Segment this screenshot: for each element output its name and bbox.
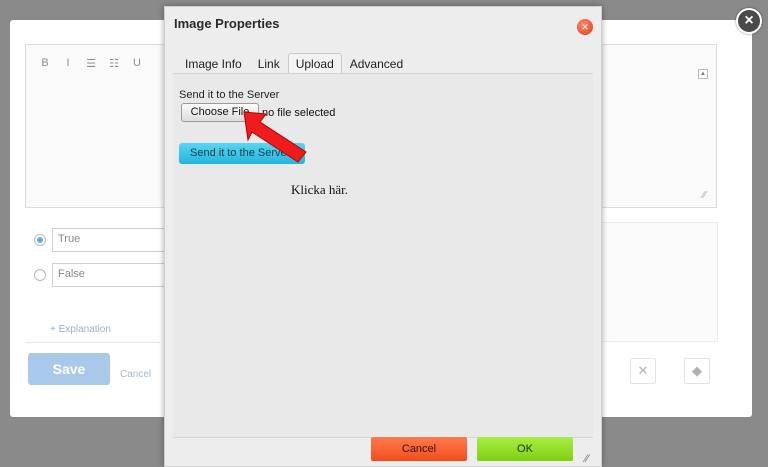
ordered-list-icon[interactable]: ☰	[86, 57, 96, 70]
annotation-note: Klicka här.	[291, 182, 349, 197]
answer-side-panel	[600, 222, 718, 342]
italic-icon[interactable]: I	[63, 57, 73, 70]
dialog-close-icon[interactable]: ✕	[577, 19, 593, 35]
close-modal-icon[interactable]: ×	[736, 8, 762, 34]
cancel-button[interactable]: Cancel	[371, 437, 467, 461]
answer-true-field[interactable]: True	[52, 228, 182, 252]
tag-icon[interactable]: ◆	[684, 358, 710, 384]
resize-handle-icon[interactable]: ⁄⁄	[585, 453, 589, 465]
underline-icon[interactable]: U	[132, 57, 142, 70]
answer-true-radio[interactable]	[34, 234, 46, 246]
send-to-server-label: Send it to the Server	[179, 89, 280, 101]
editor-toolbar: B I ☰ ☷ U	[40, 57, 142, 70]
add-explanation-link[interactable]: + Explanation	[50, 324, 111, 335]
image-properties-dialog: Image Properties ✕ Image Info Link Uploa…	[164, 6, 602, 467]
answer-false-radio[interactable]	[34, 269, 46, 281]
annotation-arrow-icon	[243, 111, 307, 163]
tab-bar: Image Info Link Upload Advanced	[177, 53, 411, 73]
resize-handle-icon[interactable]: ⁄⁄	[703, 190, 706, 201]
ok-button[interactable]: OK	[477, 437, 573, 461]
answer-row: True	[34, 227, 182, 253]
answer-false-field[interactable]: False	[52, 263, 182, 287]
cancel-link[interactable]: Cancel	[120, 369, 151, 380]
tab-upload[interactable]: Upload	[287, 53, 342, 73]
divider	[25, 342, 160, 343]
tab-image-info[interactable]: Image Info	[177, 53, 250, 73]
answer-row: False	[34, 262, 182, 288]
scroll-up-icon[interactable]: ▲	[698, 69, 708, 79]
tab-link[interactable]: Link	[250, 53, 288, 73]
unordered-list-icon[interactable]: ☷	[109, 57, 119, 70]
tab-advanced[interactable]: Advanced	[342, 53, 411, 73]
save-button[interactable]: Save	[28, 353, 110, 385]
shuffle-icon[interactable]: ✕	[630, 358, 656, 384]
bold-icon[interactable]: B	[40, 57, 50, 70]
dialog-title: Image Properties	[174, 16, 280, 31]
